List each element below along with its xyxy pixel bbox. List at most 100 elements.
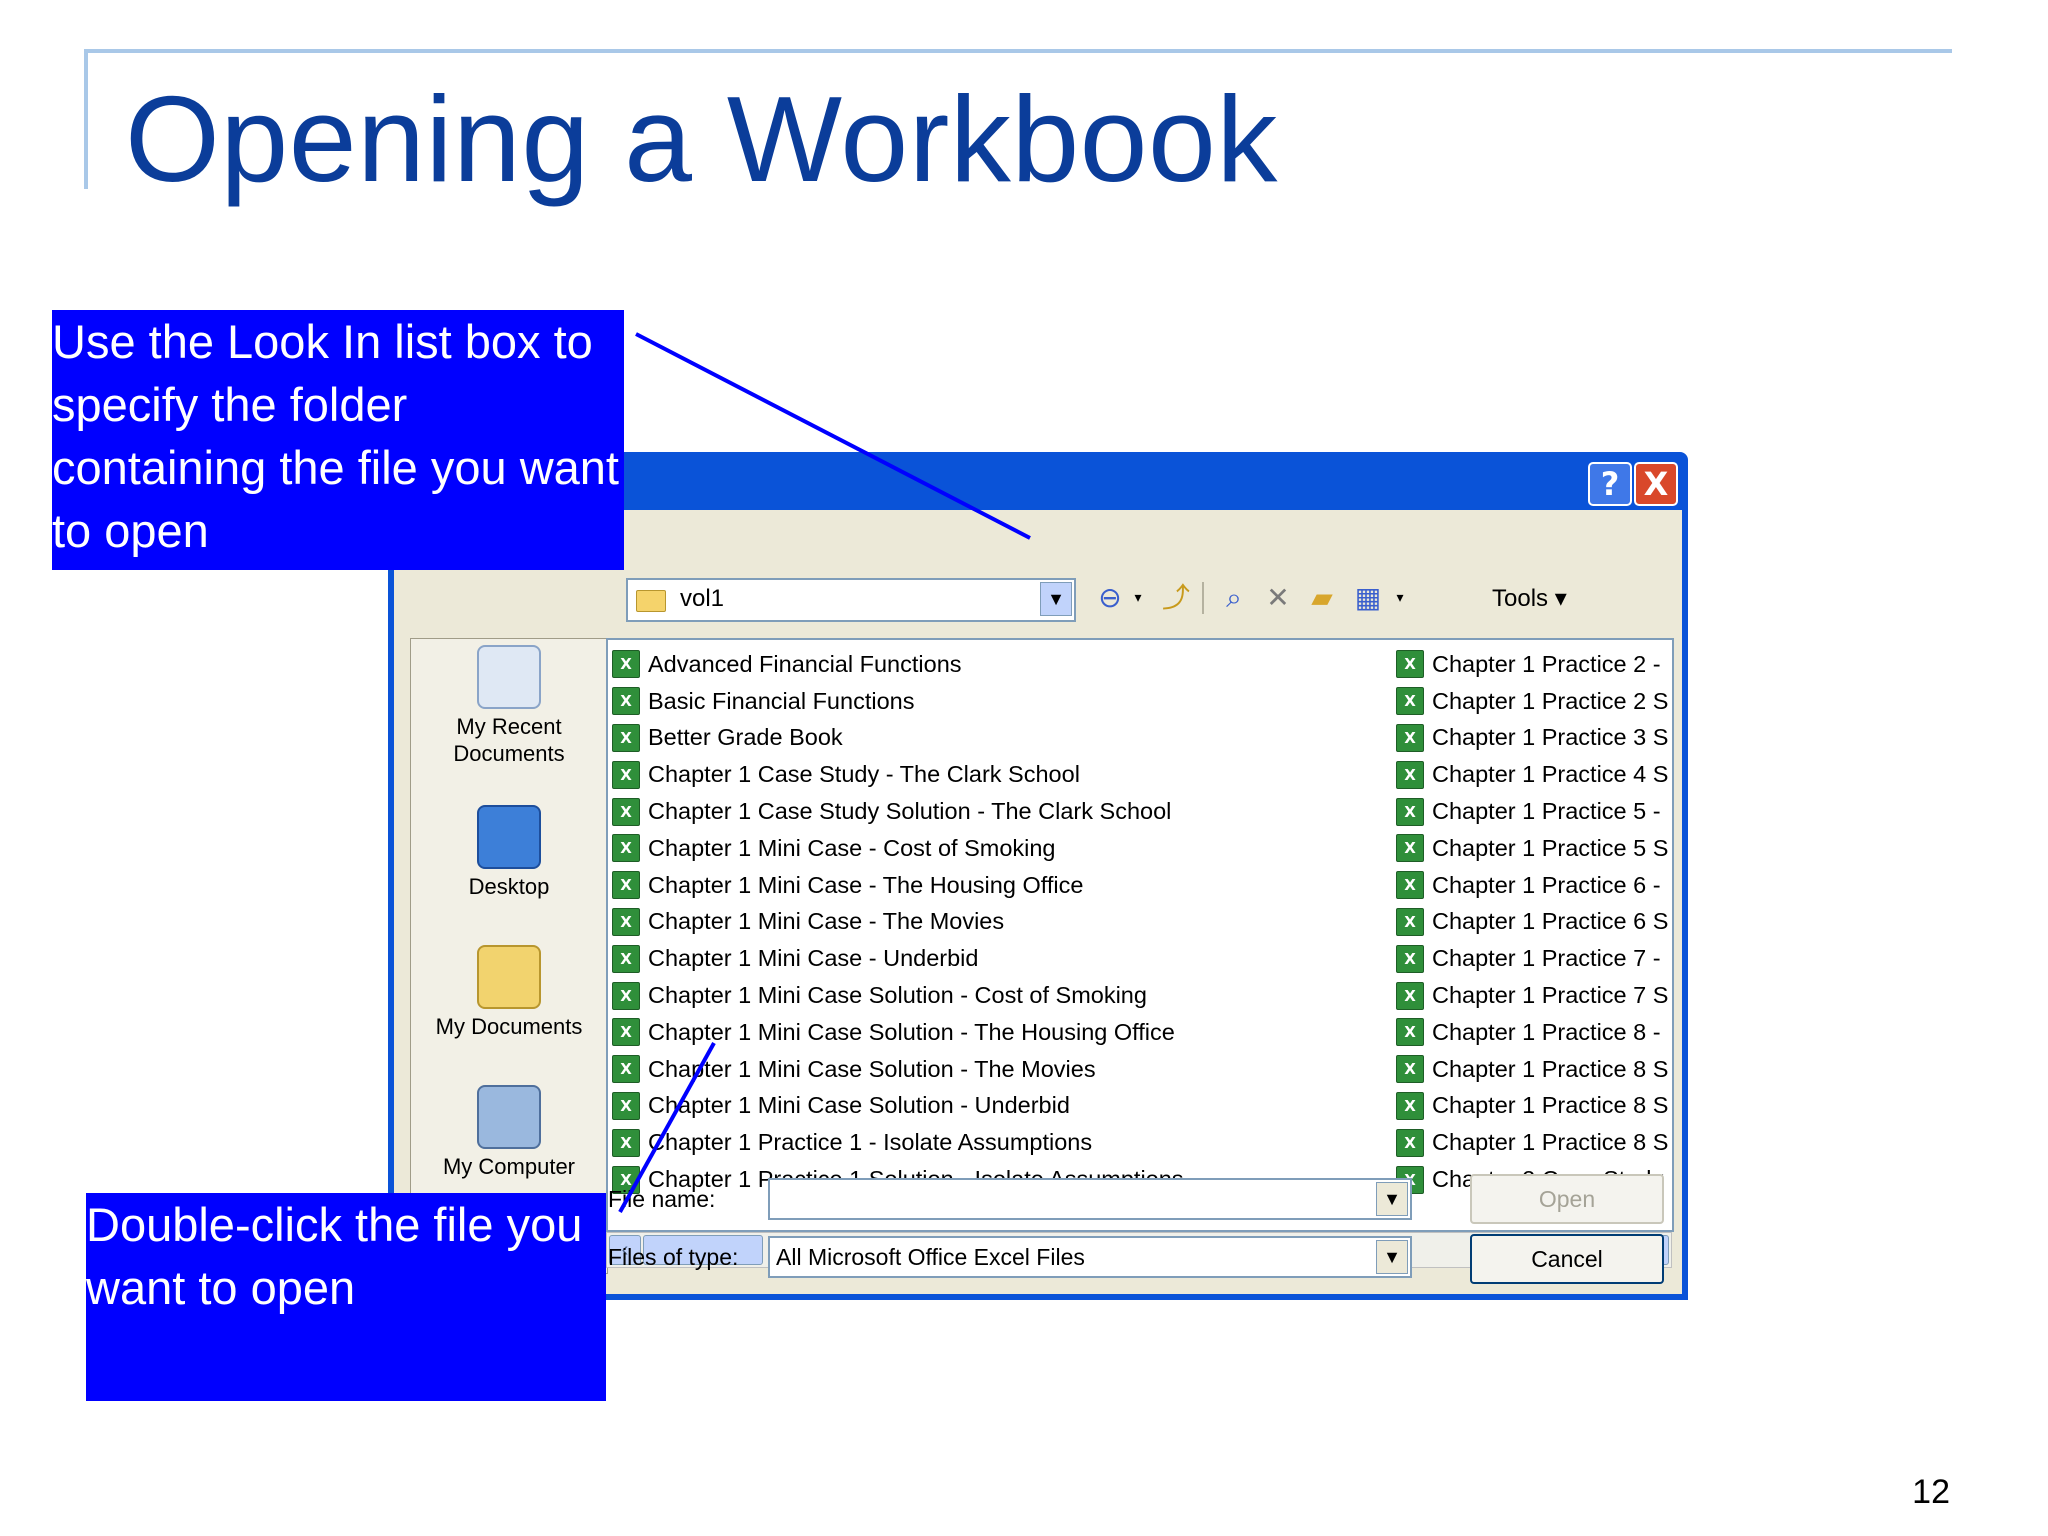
excel-file-icon: X [612,907,640,936]
file-item[interactable]: X Chapter 1 Practice 8 S [1396,1051,1668,1088]
file-item[interactable]: X Chapter 1 Practice 3 S [1396,720,1668,757]
look-in-combo[interactable]: vol1 ▼ [626,578,1076,622]
place-my-computer[interactable]: My Computer [411,1085,607,1180]
file-item[interactable]: X Chapter 1 Practice 1 - Isolate Assumpti… [612,1124,1184,1161]
file-item[interactable]: X Chapter 1 Practice 8 S [1396,1124,1668,1161]
file-item-name: Chapter 1 Practice 8 S [1432,1055,1669,1082]
file-item[interactable]: X Chapter 1 Case Study Solution - The Cla… [612,793,1184,830]
file-item-name: Chapter 1 Practice 5 - [1432,798,1661,825]
file-item[interactable]: X Chapter 1 Practice 2 - [1396,646,1668,683]
excel-file-icon: X [1396,1091,1424,1120]
file-list[interactable]: X Advanced Financial Functions X Basic Fina… [606,638,1674,1232]
file-item-name: Chapter 1 Mini Case - Cost of Smoking [648,834,1056,861]
clock-icon [477,645,541,709]
file-item[interactable]: X Chapter 1 Mini Case - The Movies [612,904,1184,941]
file-item[interactable]: X Chapter 1 Practice 7 - [1396,940,1668,977]
open-dialog: ? X vol1 ▼ ⊖ ▾ ⤴ ⌕ ✕ ▰ ▦ ▾ Tools ▾ My Re… [388,452,1688,1300]
file-item[interactable]: X Chapter 1 Practice 6 - [1396,867,1668,904]
file-item[interactable]: X Chapter 1 Practice 2 S [1396,683,1668,720]
file-item[interactable]: X Chapter 1 Mini Case Solution - The Hous… [612,1014,1184,1051]
file-item-name: Chapter 1 Practice 3 S [1432,724,1669,751]
place-my-recent-documents[interactable]: My Recent Documents [411,645,607,767]
file-item[interactable]: X Chapter 1 Practice 4 S [1396,756,1668,793]
chevron-down-icon[interactable]: ▼ [1376,1182,1408,1216]
files-of-type-label: Files of type: [608,1244,739,1270]
file-item[interactable]: X Chapter 1 Case Study - The Clark School [612,756,1184,793]
back-dropdown-icon[interactable]: ▾ [1122,582,1154,614]
file-item-name: Chapter 1 Practice 6 - [1432,871,1661,898]
excel-file-icon: X [612,797,640,826]
computer-icon [477,1085,541,1149]
file-item-name: Chapter 1 Practice 7 S [1432,982,1669,1009]
chevron-down-icon[interactable]: ▼ [1040,582,1072,616]
file-item-name: Chapter 1 Case Study - The Clark School [648,761,1080,788]
files-of-type-select[interactable]: All Microsoft Office Excel Files ▼ [768,1236,1412,1278]
file-item-name: Chapter 1 Mini Case - The Housing Office [648,871,1084,898]
close-button[interactable]: X [1634,462,1678,506]
excel-file-icon: X [612,723,640,752]
excel-file-icon: X [1396,650,1424,679]
places-bar: My Recent Documents Desktop My Documents… [410,638,608,1274]
file-item-name: Chapter 1 Practice 7 - [1432,945,1661,972]
file-item[interactable]: X Chapter 1 Practice 5 - [1396,793,1668,830]
file-item[interactable]: X Chapter 1 Practice 5 S [1396,830,1668,867]
file-item[interactable]: X Chapter 1 Mini Case - Underbid [612,940,1184,977]
excel-file-icon: X [612,871,640,900]
excel-file-icon: X [1396,834,1424,863]
file-item[interactable]: X Chapter 1 Practice 8 S [1396,1088,1668,1125]
excel-file-icon: X [612,1128,640,1157]
file-item[interactable]: X Basic Financial Functions [612,683,1184,720]
help-button[interactable]: ? [1588,462,1632,506]
search-web-icon[interactable]: ⌕ [1218,582,1250,614]
file-item[interactable]: X Chapter 1 Practice 8 - [1396,1014,1668,1051]
file-item[interactable]: X Chapter 1 Practice 6 S [1396,904,1668,941]
chevron-down-icon[interactable]: ▼ [1376,1240,1408,1274]
file-name-input[interactable]: ▼ [768,1178,1412,1220]
dialog-toolbar: ⊖ ▾ ⤴ ⌕ ✕ ▰ ▦ ▾ Tools ▾ [1094,576,1614,620]
file-item[interactable]: X Advanced Financial Functions [612,646,1184,683]
file-item[interactable]: X Chapter 1 Mini Case Solution - Underbid [612,1088,1184,1125]
new-folder-icon[interactable]: ▰ [1306,582,1338,614]
desktop-icon [477,805,541,869]
my-documents-icon [477,945,541,1009]
file-item-name: Chapter 1 Mini Case - The Movies [648,908,1005,935]
file-item-name: Chapter 1 Practice 2 S [1432,687,1669,714]
double-click-callout: Double-click the file you want to open [86,1193,606,1401]
place-desktop[interactable]: Desktop [411,805,607,900]
file-item[interactable]: X Chapter 1 Mini Case Solution - Cost of … [612,977,1184,1014]
file-item-name: Chapter 1 Mini Case Solution - Cost of S… [648,982,1147,1009]
file-item[interactable]: X Chapter 1 Mini Case - Cost of Smoking [612,830,1184,867]
file-item[interactable]: X Chapter 1 Mini Case Solution - The Movi… [612,1051,1184,1088]
tools-menu[interactable]: Tools ▾ [1492,584,1567,613]
excel-file-icon: X [1396,1055,1424,1084]
file-item-name: Chapter 1 Practice 1 - Isolate Assumptio… [648,1129,1093,1156]
place-my-documents[interactable]: My Documents [411,945,607,1040]
file-item-name: Chapter 1 Mini Case Solution - The Movie… [648,1055,1096,1082]
file-item[interactable]: X Chapter 1 Mini Case - The Housing Offic… [612,867,1184,904]
file-item-name: Chapter 1 Practice 4 S [1432,761,1669,788]
open-button[interactable]: Open [1470,1174,1664,1224]
cancel-button[interactable]: Cancel [1470,1234,1664,1284]
file-item-name: Better Grade Book [648,724,843,751]
file-item-name: Chapter 1 Case Study Solution - The Clar… [648,798,1172,825]
excel-file-icon: X [612,760,640,789]
excel-file-icon: X [1396,760,1424,789]
excel-file-icon: X [1396,907,1424,936]
excel-file-icon: X [1396,981,1424,1010]
up-folder-icon[interactable]: ⤴ [1160,582,1192,614]
excel-file-icon: X [1396,1128,1424,1157]
delete-icon[interactable]: ✕ [1262,582,1294,614]
views-dropdown-icon[interactable]: ▾ [1384,582,1416,614]
excel-file-icon: X [1396,723,1424,752]
views-icon[interactable]: ▦ [1352,582,1384,614]
file-item[interactable]: X Better Grade Book [612,720,1184,757]
slide-left-rule [84,49,88,189]
file-item[interactable]: X Chapter 1 Practice 7 S [1396,977,1668,1014]
excel-file-icon: X [612,834,640,863]
file-item-name: Basic Financial Functions [648,687,915,714]
file-item-name: Chapter 1 Mini Case - Underbid [648,945,979,972]
excel-file-icon: X [612,981,640,1010]
excel-file-icon: X [612,650,640,679]
folder-icon [636,590,666,612]
file-item-name: Chapter 1 Practice 8 S [1432,1092,1669,1119]
